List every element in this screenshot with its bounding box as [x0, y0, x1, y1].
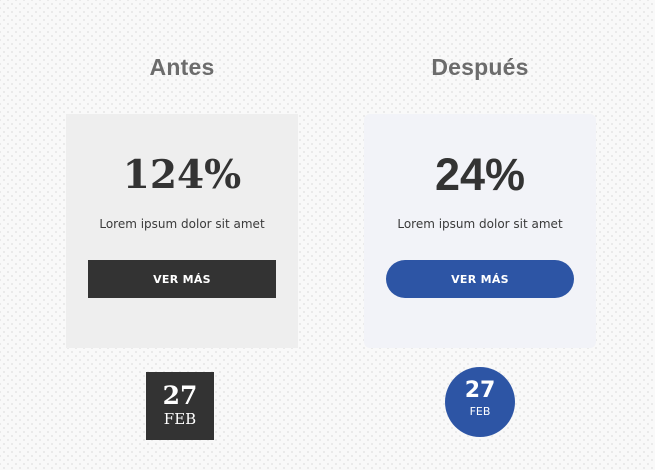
after-see-more-button[interactable]: VER MÁS [386, 260, 574, 298]
before-see-more-button[interactable]: VER MÁS [88, 260, 276, 298]
after-date-month: FEB [469, 405, 491, 418]
after-column-title: Después [431, 54, 529, 80]
before-date-day: 27 [162, 381, 198, 410]
after-card: 24% Lorem ipsum dolor sit amet VER MÁS [364, 114, 596, 348]
before-card-percent: 124% [122, 152, 242, 198]
after-card-percent: 24% [434, 149, 526, 200]
after-date-day: 27 [464, 378, 496, 403]
before-date-badge: 27 FEB [146, 372, 214, 440]
before-card-description: Lorem ipsum dolor sit amet [99, 217, 265, 231]
before-card: 124% Lorem ipsum dolor sit amet VER MÁS [66, 114, 298, 348]
before-date-month: FEB [163, 410, 197, 428]
before-column-title: Antes [149, 54, 215, 80]
after-card-description: Lorem ipsum dolor sit amet [397, 217, 563, 231]
after-date-badge: 27 FEB [445, 367, 515, 437]
